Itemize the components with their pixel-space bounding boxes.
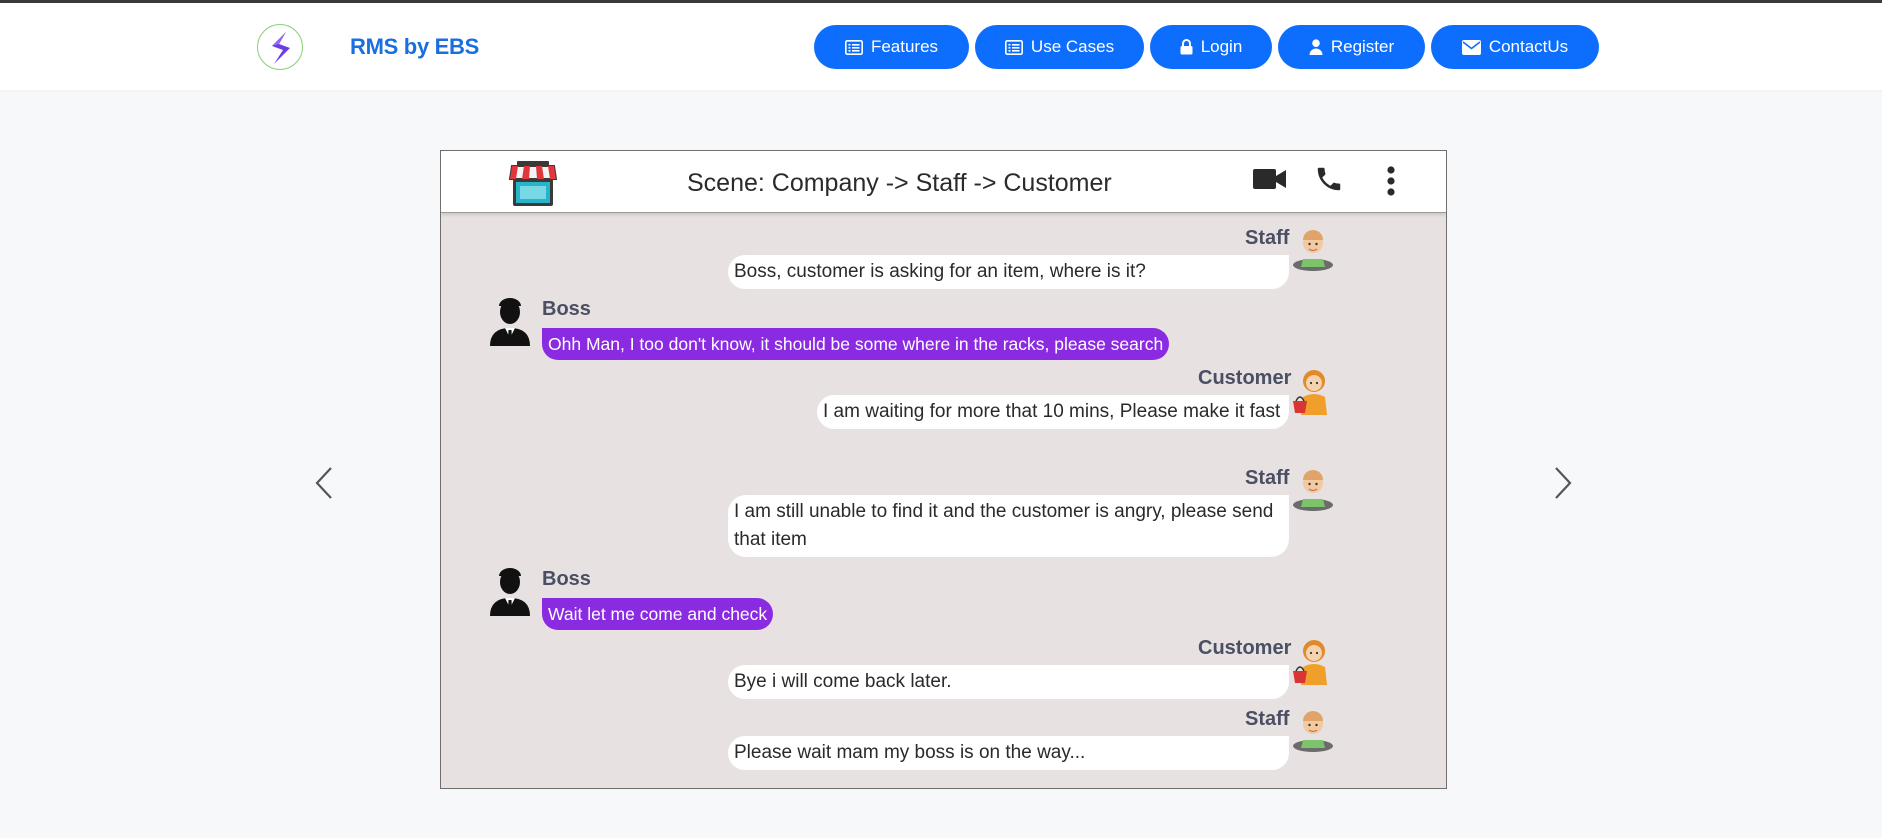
list-icon [844, 39, 863, 55]
message-bubble-staff: Boss, customer is asking for an item, wh… [728, 255, 1289, 289]
nav-login-label: Login [1200, 37, 1243, 56]
staff-avatar-icon [1293, 711, 1333, 752]
phone-icon[interactable] [1314, 164, 1344, 194]
lock-icon [1180, 39, 1193, 55]
user-icon [1309, 39, 1323, 55]
nav-register-label: Register [1330, 37, 1395, 56]
list-icon [1004, 39, 1023, 55]
sender-name-boss: Boss [542, 568, 591, 590]
sender-name-customer: Customer [1198, 637, 1292, 659]
chevron-left-icon[interactable] [312, 465, 336, 501]
message-bubble-customer: Bye i will come back later. [728, 665, 1289, 699]
envelope-icon [1461, 39, 1481, 55]
brand-logo[interactable] [257, 24, 303, 70]
message-bubble-customer: I am waiting for more that 10 mins, Plea… [817, 395, 1289, 429]
nav-use-cases-button[interactable]: Use Cases [975, 25, 1144, 69]
chat-header: Scene: Company -> Staff -> Customer [441, 151, 1446, 213]
chat-title: Scene: Company -> Staff -> Customer [687, 169, 1112, 197]
lightning-s-logo-icon [272, 32, 290, 64]
navbar: RMS by EBS Features Use Cases Login Regi… [0, 3, 1882, 90]
boss-avatar-icon [490, 568, 530, 616]
message-bubble-boss: Wait let me come and check [542, 598, 774, 630]
nav-use-cases-label: Use Cases [1030, 37, 1115, 56]
sender-name-staff: Staff [1245, 227, 1290, 249]
chevron-right-icon[interactable] [1551, 465, 1575, 501]
customer-avatar-icon [1293, 370, 1327, 415]
staff-avatar-icon [1293, 470, 1333, 511]
boss-avatar-icon [490, 298, 530, 346]
nav-features-label: Features [870, 37, 939, 56]
chat-scene-card: Scene: Company -> Staff -> Customer Staf… [440, 150, 1447, 789]
staff-avatar-icon [1293, 230, 1333, 271]
customer-avatar-icon [1293, 640, 1327, 685]
sender-name-staff: Staff [1245, 467, 1290, 489]
sender-name-staff: Staff [1245, 708, 1290, 730]
sender-name-customer: Customer [1198, 367, 1292, 389]
nav-features-button[interactable]: Features [814, 25, 969, 69]
nav-register-button[interactable]: Register [1278, 25, 1425, 69]
shop-icon [508, 161, 558, 206]
more-vertical-icon[interactable] [1386, 166, 1396, 196]
message-bubble-staff: Please wait mam my boss is on the way... [728, 736, 1289, 770]
message-bubble-boss: Ohh Man, I too don't know, it should be … [542, 328, 1170, 360]
video-camera-icon[interactable] [1253, 168, 1287, 190]
nav-login-button[interactable]: Login [1150, 25, 1272, 69]
nav-contactus-button[interactable]: ContactUs [1431, 25, 1599, 69]
sender-name-boss: Boss [542, 298, 591, 320]
message-bubble-staff: I am still unable to find it and the cus… [728, 495, 1289, 557]
nav-contactus-label: ContactUs [1488, 37, 1569, 56]
brand-name[interactable]: RMS by EBS [350, 34, 479, 60]
